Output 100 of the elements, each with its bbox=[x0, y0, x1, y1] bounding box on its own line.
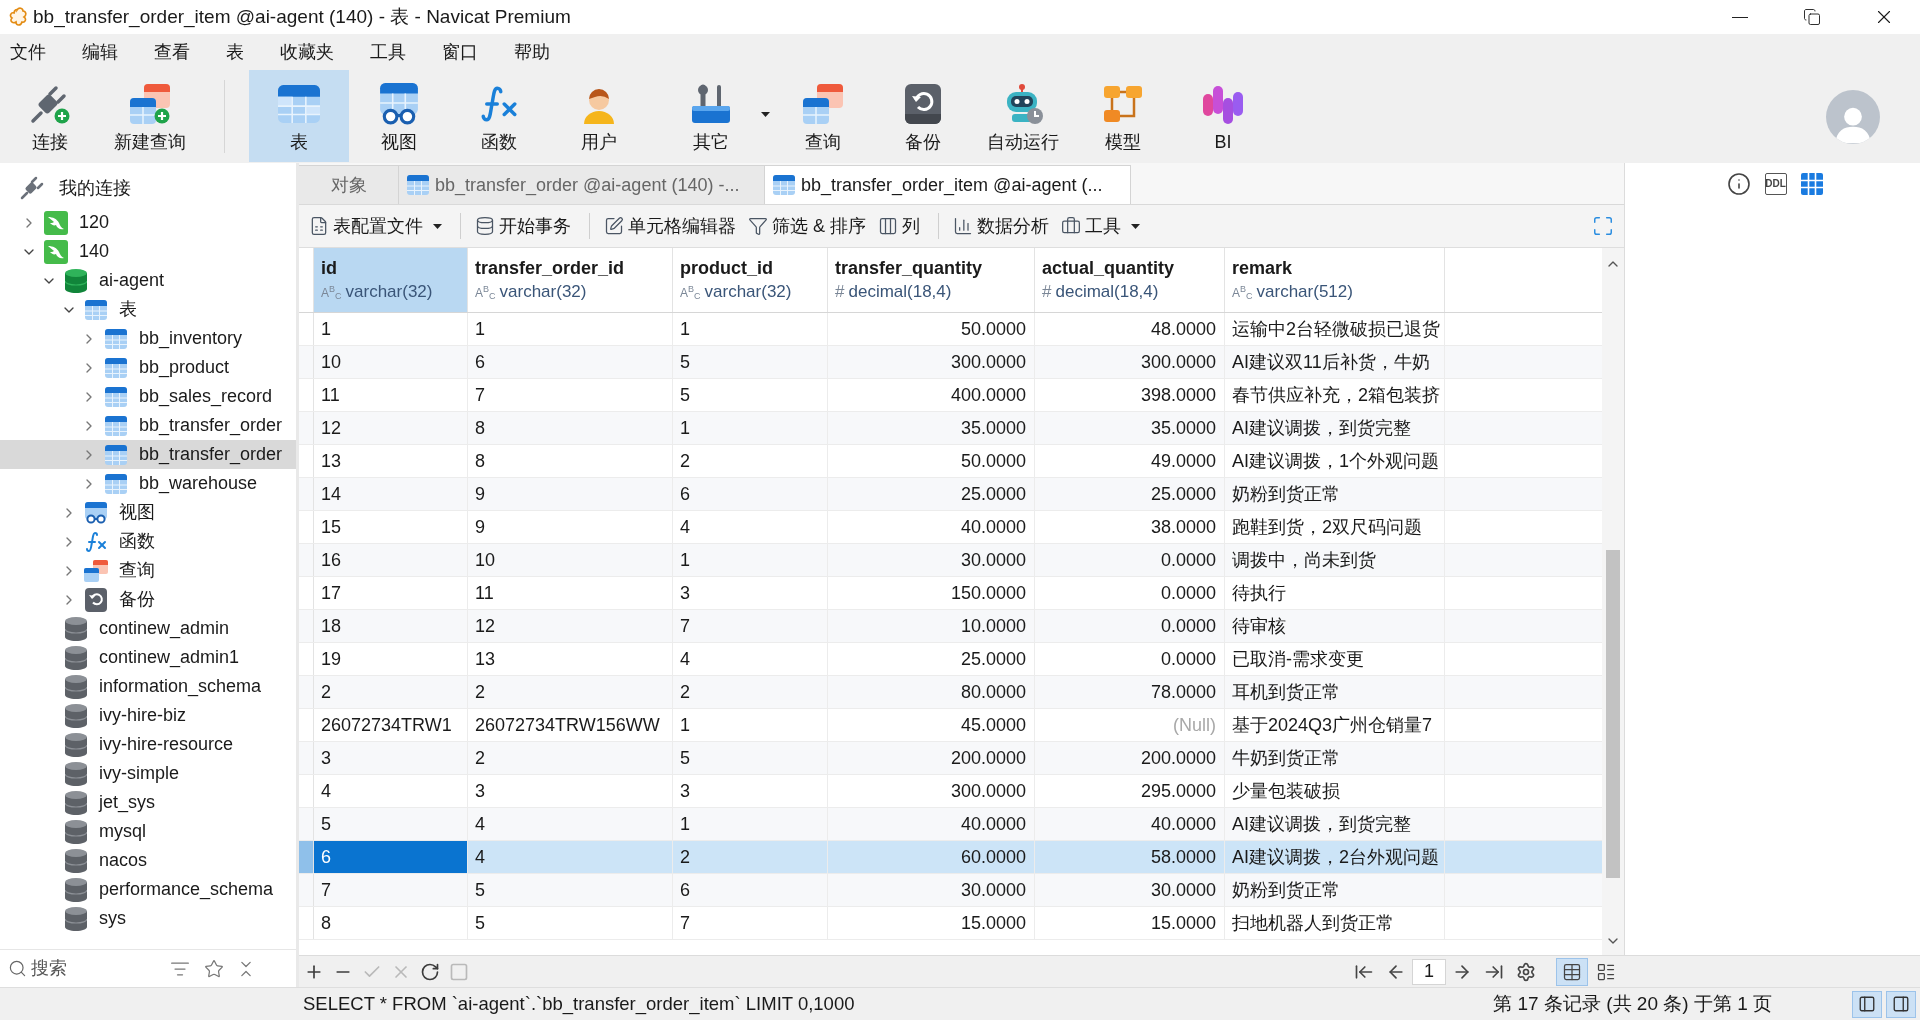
toolbar-button[interactable]: 工具 bbox=[1057, 209, 1144, 243]
table-glasses-icon bbox=[378, 83, 420, 125]
table-cell: 13 bbox=[314, 445, 468, 477]
table-cell: 10 bbox=[468, 544, 673, 576]
table-cell: 8 bbox=[468, 445, 673, 477]
table-cell: 15.0000 bbox=[828, 907, 1035, 939]
table-cell: 4 bbox=[314, 775, 468, 807]
toolbar-button[interactable]: 单元格编辑器 bbox=[600, 209, 740, 243]
table-cell: 35.0000 bbox=[1035, 412, 1225, 444]
table-cell: 2 bbox=[468, 742, 673, 774]
toolbar-button[interactable]: 视图 bbox=[349, 70, 449, 162]
backup-icon bbox=[85, 587, 107, 612]
toolbar-button[interactable]: 备份 bbox=[873, 70, 973, 162]
table-cell: 30.0000 bbox=[828, 544, 1035, 576]
database-icon bbox=[65, 761, 87, 786]
settings-icon[interactable] bbox=[1516, 961, 1536, 982]
table-cell: 150.0000 bbox=[828, 577, 1035, 609]
database-icon bbox=[475, 216, 495, 236]
toolbar-button[interactable]: 连接 bbox=[0, 70, 100, 162]
table-cell: 50.0000 bbox=[828, 445, 1035, 477]
table-cell: 80.0000 bbox=[828, 676, 1035, 708]
toolbar-button[interactable]: 查询 bbox=[773, 70, 873, 162]
table-cell: 38.0000 bbox=[1035, 511, 1225, 543]
right-panel-toggle[interactable] bbox=[1886, 990, 1916, 1018]
info-icon[interactable] bbox=[1726, 172, 1751, 196]
table-cell: 26072734TRW156WW bbox=[468, 709, 673, 741]
database-icon bbox=[65, 819, 87, 844]
vertical-scrollbar[interactable] bbox=[1602, 248, 1624, 955]
table-cell: 50.0000 bbox=[828, 313, 1035, 345]
toolbar-button[interactable]: BI bbox=[1173, 70, 1273, 162]
toolbar-button[interactable]: 数据分析 bbox=[949, 209, 1053, 243]
table-cell: 4 bbox=[673, 511, 828, 543]
list-icon bbox=[1596, 961, 1616, 982]
database-icon bbox=[65, 877, 87, 902]
row-marker[interactable] bbox=[299, 841, 314, 873]
tab[interactable]: bb_transfer_order_item @ai-agent (... bbox=[765, 165, 1131, 204]
table-cell: 3 bbox=[314, 742, 468, 774]
sidebar-right-icon bbox=[1892, 995, 1910, 1013]
toolbar-button[interactable]: 列 bbox=[874, 209, 924, 243]
toolbar-button[interactable]: 表 bbox=[249, 70, 349, 162]
tab[interactable]: bb_transfer_order @ai-agent (140) -... bbox=[399, 165, 765, 204]
tab[interactable]: 对象 bbox=[299, 165, 399, 204]
column-name: transfer_quantity bbox=[835, 257, 984, 280]
menu-item[interactable]: 编辑 bbox=[72, 36, 128, 68]
toolbar-button[interactable]: 筛选 & 排序 bbox=[744, 209, 870, 243]
table-cell: 17 bbox=[314, 577, 468, 609]
table-cell: 40.0000 bbox=[1035, 808, 1225, 840]
table-cell: 跑鞋到货，2双尺码问题 bbox=[1225, 511, 1445, 543]
toolbar-button[interactable]: 自动运行 bbox=[973, 70, 1073, 162]
page-field[interactable]: 1 bbox=[1412, 958, 1446, 985]
grid-view-button[interactable] bbox=[1556, 957, 1588, 986]
table-cell: 2 bbox=[673, 676, 828, 708]
table-glasses-icon bbox=[84, 501, 108, 524]
table-cell: 6 bbox=[673, 874, 828, 906]
table-icon bbox=[85, 299, 107, 320]
menu-item[interactable]: 文件 bbox=[0, 36, 56, 68]
menu-item[interactable]: 查看 bbox=[144, 36, 200, 68]
menu-item[interactable]: 收藏夹 bbox=[270, 36, 344, 68]
table-cell: 30.0000 bbox=[1035, 874, 1225, 906]
table-cell: 扫地机器人到货正常 bbox=[1225, 907, 1445, 939]
left-panel-toggle[interactable] bbox=[1852, 990, 1882, 1018]
avatar-icon bbox=[1826, 89, 1880, 144]
menu-item[interactable]: 工具 bbox=[360, 36, 416, 68]
column-header[interactable]: id A$^{B}$$_{C}$ varchar(32) bbox=[314, 248, 468, 312]
table-cell: 运输中2台轻微破损已退货 bbox=[1225, 313, 1445, 345]
scrollbar-thumb[interactable] bbox=[1606, 550, 1620, 878]
table-icon bbox=[105, 444, 127, 465]
menu-item[interactable]: 帮助 bbox=[504, 36, 560, 68]
connection-icon bbox=[44, 239, 68, 264]
table-cell: 60.0000 bbox=[828, 841, 1035, 873]
menu-item[interactable]: 表 bbox=[216, 36, 254, 68]
toolbar-button[interactable]: 模型 bbox=[1073, 70, 1173, 162]
grid-icon[interactable] bbox=[1800, 173, 1823, 195]
database-icon bbox=[65, 703, 87, 728]
table-cell: 5 bbox=[673, 379, 828, 411]
column-name: remark bbox=[1232, 256, 1294, 280]
toolbar-button[interactable]: 其它 bbox=[649, 70, 773, 162]
menu-item[interactable]: 窗口 bbox=[432, 36, 488, 68]
table-cell: 3 bbox=[673, 775, 828, 807]
toolbar-button[interactable]: 函数 bbox=[449, 70, 549, 162]
star-icon[interactable] bbox=[204, 958, 224, 979]
database-icon bbox=[65, 848, 87, 873]
toolbar-button[interactable]: 新建查询 bbox=[100, 70, 200, 162]
toolbar-button[interactable]: 开始事务 bbox=[471, 209, 575, 243]
table-cell: 耳机到货正常 bbox=[1225, 676, 1445, 708]
table-cell: 40.0000 bbox=[828, 511, 1035, 543]
record-info: 第 17 条记录 (共 20 条) 于第 1 页 bbox=[1493, 991, 1772, 1016]
table-cell: AI建议双11后补货，牛奶 bbox=[1225, 346, 1445, 378]
ddl-tab[interactable]: DDL bbox=[1764, 173, 1787, 195]
fullscreen-icon[interactable] bbox=[1592, 215, 1614, 237]
tree-item[interactable]: bb_transfer_order bbox=[0, 440, 296, 469]
table-cell: 200.0000 bbox=[1035, 742, 1225, 774]
toolbar-button[interactable]: 表配置文件 bbox=[305, 209, 446, 243]
column-name: actual_quantity bbox=[1042, 257, 1176, 280]
table-cell: 400.0000 bbox=[828, 379, 1035, 411]
toolbar-button[interactable]: 用户 bbox=[549, 70, 649, 162]
table-cell: 春节供应补充，2箱包装挤 bbox=[1225, 379, 1445, 411]
function-icon bbox=[84, 529, 108, 554]
stacked-tables-plus-icon bbox=[130, 84, 170, 124]
column-type: # decimal(18,4) bbox=[1042, 281, 1160, 303]
